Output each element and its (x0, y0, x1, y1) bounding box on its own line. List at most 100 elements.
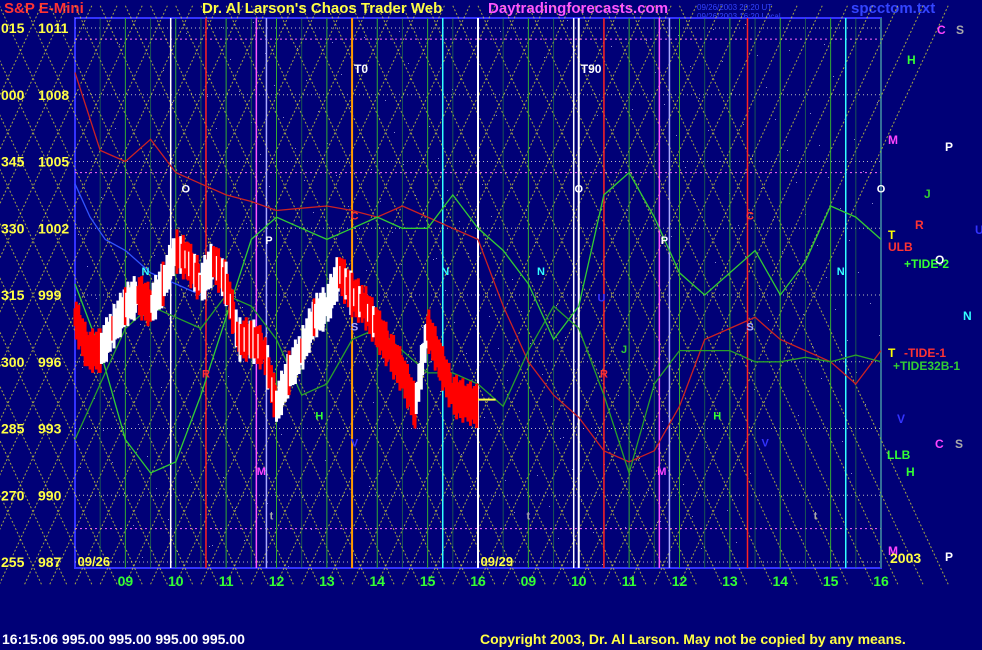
background-dot (745, 24, 746, 25)
hour-label: 16 (873, 573, 889, 589)
background-dot (789, 50, 790, 51)
hour-label: 16 (470, 573, 486, 589)
background-dot (766, 87, 767, 88)
right-flux-label: T (888, 346, 896, 360)
background-dot (842, 441, 843, 442)
background-dot (350, 106, 351, 107)
background-dot (438, 158, 439, 159)
background-dot (288, 566, 289, 567)
background-dot (119, 44, 120, 45)
background-dot (191, 482, 192, 483)
diagonal-line (351, 5, 622, 585)
background-dot (722, 61, 723, 62)
hour-label: 15 (420, 573, 436, 589)
background-dot (392, 232, 393, 233)
price-label: 1002 (38, 220, 69, 236)
right-flux-label: P (945, 140, 953, 154)
background-dot (519, 411, 520, 412)
background-dot (466, 353, 467, 354)
background-dot (530, 343, 531, 344)
background-dot (138, 424, 139, 425)
diagonal-line (49, 5, 319, 585)
diagonal-line (0, 114, 219, 585)
background-dot (283, 117, 284, 118)
background-dot (757, 55, 758, 56)
background-dot (664, 104, 665, 105)
background-dot (676, 135, 677, 136)
background-dot (544, 57, 545, 58)
background-dot (242, 307, 243, 308)
right-flux-label: +TIDE32B-1 (893, 359, 960, 373)
right-flux-label: ULB (888, 240, 913, 254)
background-dot (101, 197, 102, 198)
hour-label: 10 (571, 573, 587, 589)
diagonal-line (603, 5, 874, 585)
year-label: 2003 (890, 550, 921, 566)
background-dot (216, 128, 217, 129)
diagonal-line (477, 5, 748, 585)
background-dot (325, 460, 326, 461)
right-flux-label: -TIDE-1 (904, 346, 946, 360)
hour-label: 10 (168, 573, 184, 589)
background-dot (521, 311, 522, 312)
background-dot (269, 186, 270, 187)
background-dot (678, 35, 679, 36)
background-dot (186, 33, 187, 34)
background-dot (145, 223, 146, 224)
background-dot (399, 31, 400, 32)
background-dot (295, 148, 296, 149)
background-dot (798, 415, 799, 416)
background-dot (671, 236, 672, 237)
background-dot (212, 545, 213, 546)
chaos-chart: T0 T90O O ON N N NP PC CS SH HM Mt t tV VR RUJC SHM PJR UT… (0, 5, 982, 589)
background-dot (470, 486, 471, 487)
background-dot (854, 139, 855, 140)
background-dot (634, 559, 635, 560)
price-label: 999 (38, 287, 62, 303)
background-dot (230, 59, 231, 60)
cycle-marker: P (265, 235, 272, 247)
background-dot (468, 253, 469, 254)
background-dot (87, 266, 88, 267)
background-dot (112, 462, 113, 463)
background-dot (228, 376, 229, 377)
cycle-marker: O (877, 184, 886, 196)
background-dot (149, 356, 150, 357)
background-dot (140, 324, 141, 325)
background-dot (609, 363, 610, 364)
background-dot (313, 212, 314, 213)
background-dot (482, 184, 483, 185)
background-dot (332, 42, 333, 43)
background-dot (82, 367, 83, 368)
background-dot (840, 208, 841, 209)
background-dot (341, 74, 342, 75)
background-dot (683, 484, 684, 485)
background-dot (646, 40, 647, 41)
background-dot (235, 508, 236, 509)
background-dot (447, 190, 448, 191)
background-dot (281, 434, 282, 435)
background-dot (172, 102, 173, 103)
background-dot (207, 96, 208, 97)
diagonal-line (0, 5, 219, 476)
cycle-marker: U (597, 293, 605, 305)
background-dot (551, 406, 552, 407)
right-flux-label: LLB (887, 448, 911, 462)
angle-label: 015 (1, 20, 25, 36)
cycle-marker: N (142, 266, 150, 278)
right-flux-label: N (963, 309, 972, 323)
background-dot (863, 171, 864, 172)
hour-label: 09 (521, 573, 537, 589)
background-dot (616, 495, 617, 496)
background-dot (750, 473, 751, 474)
background-dot (498, 348, 499, 349)
background-dot (630, 426, 631, 427)
background-dot (417, 428, 418, 429)
background-dot (385, 100, 386, 101)
right-flux-label: C (935, 437, 944, 451)
angle-label: 345 (1, 154, 25, 170)
cycle-marker: S (746, 322, 753, 334)
price-label: 1008 (38, 87, 69, 103)
background-dot (304, 180, 305, 181)
background-dot (244, 540, 245, 541)
